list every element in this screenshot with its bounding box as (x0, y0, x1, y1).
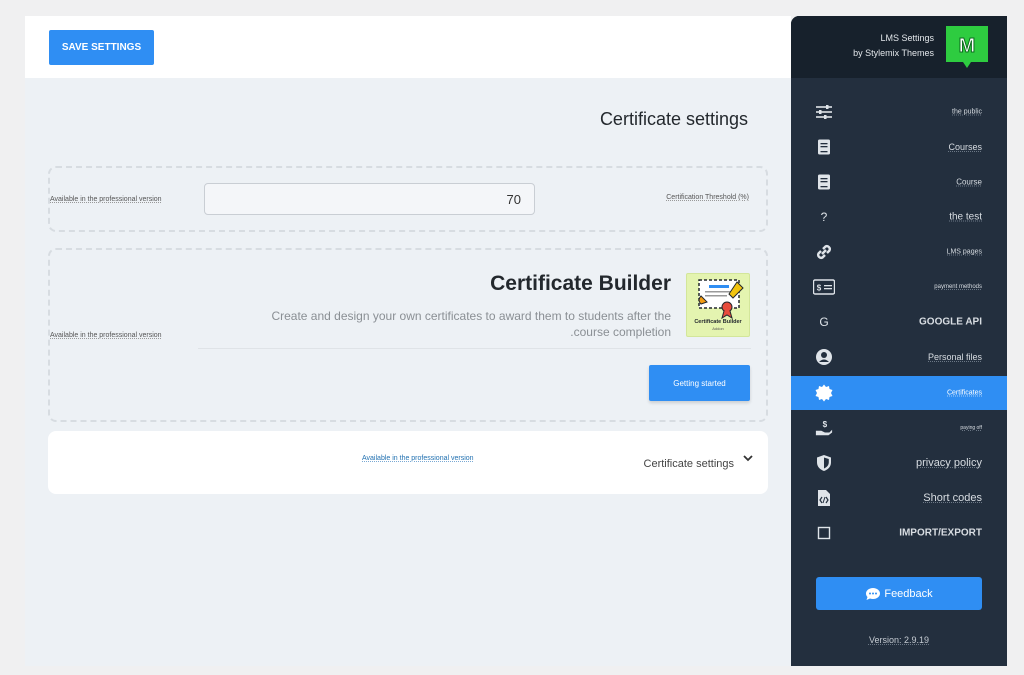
sidebar-item-course[interactable]: Course (791, 165, 1007, 199)
brand-subtitle: by Stylemix Themes (853, 48, 934, 58)
section-divider (198, 348, 751, 349)
page-title: Certificate settings (599, 109, 748, 129)
certification-threshold-label: Certification Threshold (%) (666, 194, 749, 201)
money-card-icon: $ (813, 278, 835, 296)
sidebar-item-label: Certificates (946, 389, 982, 397)
sidebar-item-google-api[interactable]: G GOOGLE API (791, 305, 1007, 339)
certificate-builder-thumbnail: Certificate Builder Addon (686, 273, 750, 337)
sidebar-item-label: privacy policy (915, 457, 982, 469)
getting-started-button[interactable]: Getting started (649, 365, 750, 401)
sidebar-item-label: Short codes (923, 492, 982, 504)
sidebar-item-public[interactable]: the public (791, 95, 1007, 129)
certificate-builder-section: Available in the professional version Ce… (48, 248, 768, 422)
code-file-icon (815, 489, 833, 507)
sidebar-item-label: payment methods (934, 284, 982, 290)
sidebar-item-payment-methods[interactable]: $ payment methods (791, 270, 1007, 304)
shield-icon (815, 454, 833, 472)
thumbnail-title: Certificate Builder (694, 319, 742, 325)
hand-dollar-icon: $ (815, 419, 833, 437)
certificate-icon (815, 384, 833, 402)
sidebar-item-label: Personal files (927, 352, 982, 362)
feedback-button[interactable]: Feedback (816, 577, 982, 610)
masterstudy-logo-icon: M (946, 26, 988, 68)
thumbnail-subtitle: Addon (712, 326, 724, 331)
svg-text:M: M (959, 35, 976, 57)
sidebar-item-certificates[interactable]: Certificates (791, 376, 1007, 410)
sidebar-item-short-codes[interactable]: Short codes (791, 481, 1007, 515)
square-icon (815, 524, 833, 542)
sidebar: LMS Settings by Stylemix Themes M the pu… (791, 16, 1007, 666)
sidebar-item-label: GOOGLE API (919, 316, 982, 328)
certificate-settings-accordion[interactable]: Available in the professional version Ce… (48, 431, 768, 494)
accordion-title: Certificate settings (643, 458, 734, 470)
save-settings-button[interactable]: SAVE SETTINGS (49, 30, 154, 65)
sidebar-item-import-export[interactable]: IMPORT/EXPORT (791, 516, 1007, 550)
sidebar-item-personal-files[interactable]: Personal files (791, 340, 1007, 374)
chat-bubble-icon (866, 587, 881, 600)
sidebar-item-label: Course (956, 177, 982, 187)
sidebar-item-lms-pages[interactable]: LMS pages (791, 235, 1007, 269)
main-content: SAVE SETTINGS Certificate settings Avail… (25, 16, 791, 666)
sidebar-item-label: Courses (948, 142, 982, 152)
sidebar-item-label: the test (949, 211, 982, 223)
feedback-label: Feedback (884, 587, 933, 600)
pro-version-note[interactable]: Available in the professional version (50, 196, 162, 203)
version-label: Version: 2.9.19 (868, 635, 930, 645)
sidebar-item-courses[interactable]: Courses (791, 130, 1007, 164)
sidebar-header: LMS Settings by Stylemix Themes M (791, 16, 1007, 78)
pro-version-note[interactable]: Available in the professional version (50, 332, 162, 339)
top-bar: SAVE SETTINGS (25, 16, 791, 78)
svg-text:$: $ (823, 420, 828, 429)
sidebar-item-label: paying off (960, 425, 982, 431)
sidebar-item-test[interactable]: ? the test (791, 200, 1007, 234)
book-icon (815, 138, 833, 156)
sidebar-item-label: the public (952, 108, 982, 116)
sliders-icon (815, 103, 833, 121)
sidebar-item-privacy-policy[interactable]: privacy policy (791, 446, 1007, 480)
question-icon: ? (820, 210, 828, 224)
certification-threshold-input[interactable] (204, 183, 535, 215)
brand-title: LMS Settings (880, 33, 934, 43)
sidebar-item-label: IMPORT/EXPORT (899, 527, 982, 539)
certificate-builder-description: Create and design your own certificates … (271, 309, 671, 339)
threshold-section: Available in the professional version Ce… (48, 166, 768, 232)
svg-text:$: $ (817, 284, 822, 293)
certificate-builder-title: Certificate Builder (490, 272, 671, 295)
link-icon (815, 243, 833, 261)
sidebar-item-label: LMS pages (946, 248, 982, 256)
chevron-down-icon[interactable] (741, 451, 755, 465)
google-icon: G (819, 315, 829, 329)
sidebar-item-paying-off[interactable]: $ paying off (791, 411, 1007, 445)
book-icon (815, 173, 833, 191)
pro-version-note[interactable]: Available in the professional version (362, 455, 474, 462)
user-circle-icon (815, 348, 833, 366)
